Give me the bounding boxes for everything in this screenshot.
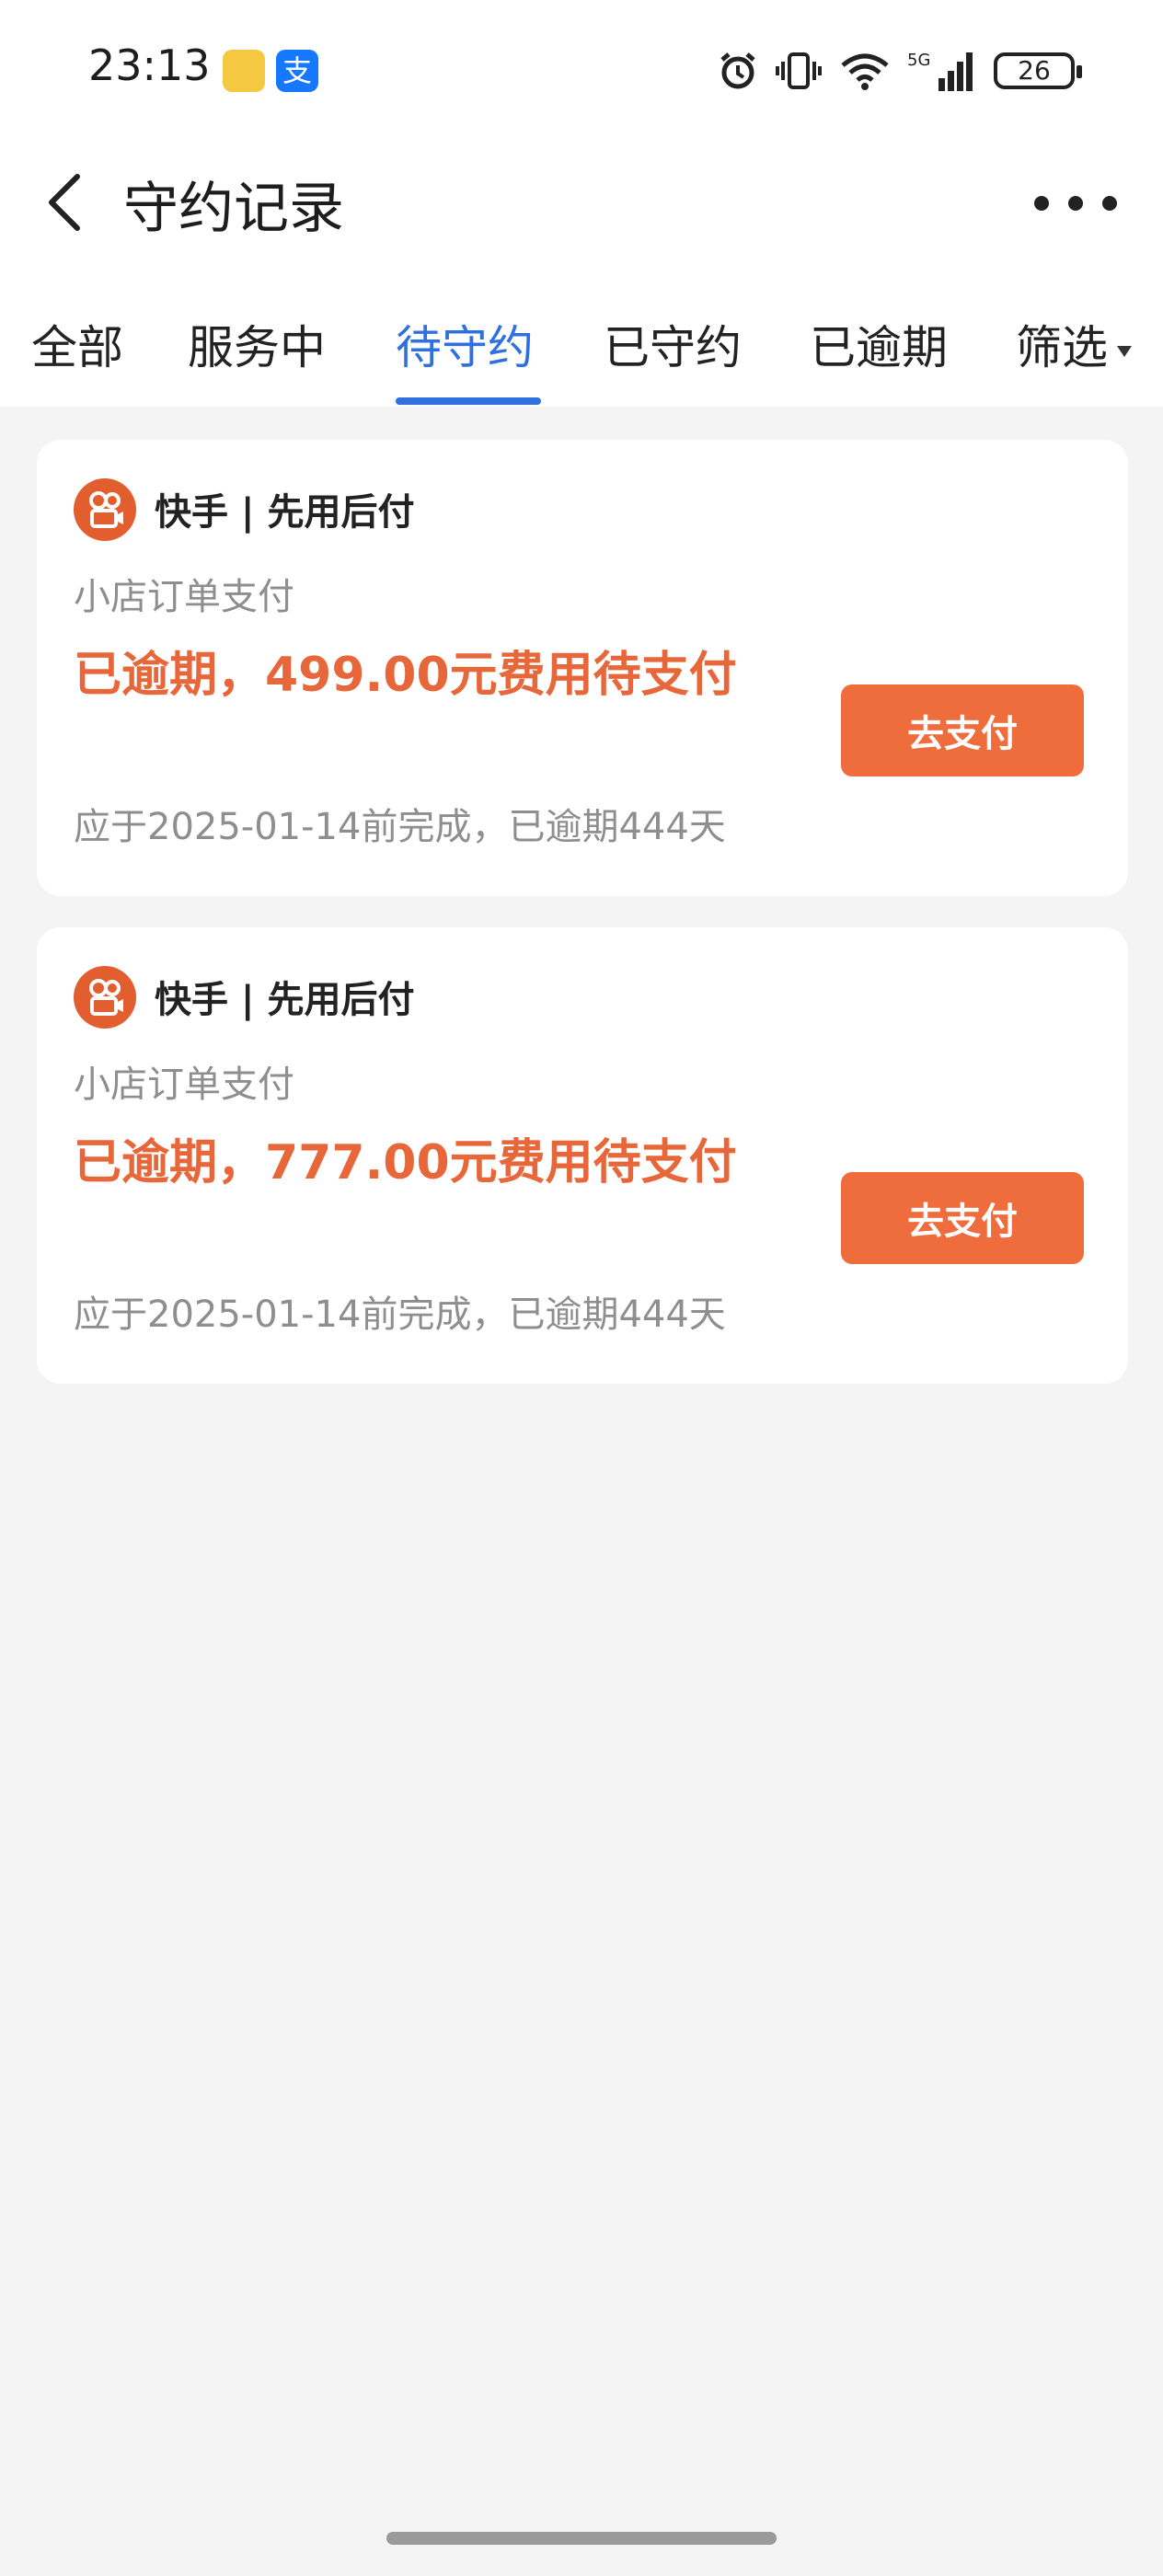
wifi-icon — [839, 51, 891, 91]
due-date-text: 应于2025-01-14前完成，已逾期444天 — [74, 1294, 726, 1336]
overdue-amount-text: 已逾期，499.00元费用待支付 — [74, 648, 737, 703]
pay-button[interactable]: 去支付 — [841, 1172, 1084, 1264]
tab-filter-label: 筛选 — [1016, 321, 1108, 374]
battery-icon: 26 — [994, 52, 1082, 89]
network-type-label: 5G — [907, 51, 930, 70]
back-button[interactable] — [33, 166, 98, 239]
page-title: 守约记录 — [123, 177, 344, 241]
status-bar: 23:13 支 5G 26 — [0, 0, 1163, 147]
more-dot-icon — [1068, 196, 1083, 211]
status-time: 23:13 — [88, 40, 211, 90]
merchant-name: 快手 | 先用后付 — [155, 491, 415, 534]
pay-button[interactable]: 去支付 — [841, 684, 1084, 776]
home-indicator[interactable] — [386, 2532, 777, 2545]
tab-fulfilled[interactable]: 已守约 — [604, 311, 742, 377]
more-dot-icon — [1102, 196, 1117, 211]
merchant-name: 快手 | 先用后付 — [155, 979, 415, 1021]
tab-overdue[interactable]: 已逾期 — [810, 311, 948, 377]
tab-filter[interactable]: 筛选 — [1016, 311, 1132, 377]
active-tab-indicator — [396, 397, 541, 405]
navigation-bar: 守约记录 — [0, 147, 1163, 258]
more-dot-icon — [1034, 196, 1049, 211]
kuaishou-logo-icon — [74, 478, 136, 541]
alipay-notification-icon: 支 — [276, 50, 318, 92]
signal-icon: 5G — [907, 49, 977, 93]
more-button[interactable] — [1034, 180, 1117, 226]
overdue-amount-text: 已逾期，777.00元费用待支付 — [74, 1135, 737, 1190]
record-card[interactable]: 快手 | 先用后付 小店订单支付 已逾期，499.00元费用待支付 应于2025… — [37, 440, 1128, 896]
caret-down-icon — [1117, 345, 1132, 357]
tab-pending[interactable]: 待守约 — [396, 311, 534, 377]
order-type: 小店订单支付 — [74, 1064, 294, 1106]
tab-in-service[interactable]: 服务中 — [188, 311, 326, 377]
top-bar: 23:13 支 5G 26 守约记录 全部 服务中 待守约 已守约 已逾期 筛选 — [0, 0, 1163, 407]
filter-tabs: 全部 服务中 待守约 已守约 已逾期 筛选 — [0, 304, 1163, 407]
status-icons: 5G 26 — [718, 48, 1082, 94]
order-type: 小店订单支付 — [74, 576, 294, 618]
chevron-left-icon — [49, 174, 80, 231]
tab-all[interactable]: 全部 — [31, 311, 123, 377]
record-card[interactable]: 快手 | 先用后付 小店订单支付 已逾期，777.00元费用待支付 应于2025… — [37, 927, 1128, 1384]
kuaishou-logo-icon — [74, 966, 136, 1029]
vibrate-icon — [775, 51, 823, 91]
due-date-text: 应于2025-01-14前完成，已逾期444天 — [74, 806, 726, 848]
notification-app-icon — [223, 50, 265, 92]
alarm-icon — [718, 51, 758, 91]
